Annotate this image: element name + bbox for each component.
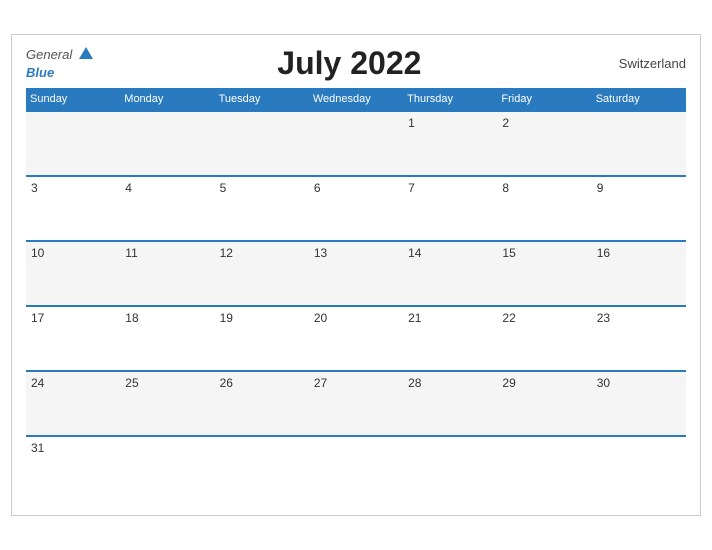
- day-empty: [309, 111, 403, 176]
- day-15: 15: [497, 241, 591, 306]
- day-8: 8: [497, 176, 591, 241]
- col-tuesday: Tuesday: [215, 88, 309, 111]
- day-empty: [120, 111, 214, 176]
- day-25: 25: [120, 371, 214, 436]
- day-2: 2: [497, 111, 591, 176]
- day-28: 28: [403, 371, 497, 436]
- week-row-1: 1 2: [26, 111, 686, 176]
- day-4: 4: [120, 176, 214, 241]
- col-friday: Friday: [497, 88, 591, 111]
- week-row-2: 3 4 5 6 7 8 9: [26, 176, 686, 241]
- day-22: 22: [497, 306, 591, 371]
- day-9: 9: [592, 176, 686, 241]
- col-wednesday: Wednesday: [309, 88, 403, 111]
- calendar-header: General Blue July 2022 Switzerland: [26, 45, 686, 82]
- day-31: 31: [26, 436, 120, 501]
- days-header-row: Sunday Monday Tuesday Wednesday Thursday…: [26, 88, 686, 111]
- col-saturday: Saturday: [592, 88, 686, 111]
- calendar-wrapper: General Blue July 2022 Switzerland Sunda…: [11, 34, 701, 516]
- day-23: 23: [592, 306, 686, 371]
- day-17: 17: [26, 306, 120, 371]
- day-29: 29: [497, 371, 591, 436]
- day-13: 13: [309, 241, 403, 306]
- day-20: 20: [309, 306, 403, 371]
- calendar-title: July 2022: [93, 45, 606, 82]
- day-1: 1: [403, 111, 497, 176]
- day-19: 19: [215, 306, 309, 371]
- logo-bottom: Blue: [26, 64, 54, 82]
- week-row-3: 10 11 12 13 14 15 16: [26, 241, 686, 306]
- day-empty: [309, 436, 403, 501]
- logo-triangle-icon: [79, 47, 93, 59]
- calendar-grid: Sunday Monday Tuesday Wednesday Thursday…: [26, 88, 686, 501]
- day-27: 27: [309, 371, 403, 436]
- logo-blue-text: Blue: [26, 65, 54, 80]
- calendar-thead: Sunday Monday Tuesday Wednesday Thursday…: [26, 88, 686, 111]
- day-16: 16: [592, 241, 686, 306]
- day-empty: [592, 436, 686, 501]
- day-30: 30: [592, 371, 686, 436]
- day-empty: [403, 436, 497, 501]
- day-12: 12: [215, 241, 309, 306]
- day-18: 18: [120, 306, 214, 371]
- col-monday: Monday: [120, 88, 214, 111]
- day-3: 3: [26, 176, 120, 241]
- day-6: 6: [309, 176, 403, 241]
- country-label: Switzerland: [606, 56, 686, 71]
- day-21: 21: [403, 306, 497, 371]
- day-empty: [26, 111, 120, 176]
- col-sunday: Sunday: [26, 88, 120, 111]
- day-11: 11: [120, 241, 214, 306]
- day-empty: [592, 111, 686, 176]
- logo-general-text: General: [26, 47, 72, 62]
- week-row-5: 24 25 26 27 28 29 30: [26, 371, 686, 436]
- day-7: 7: [403, 176, 497, 241]
- day-empty: [120, 436, 214, 501]
- calendar-tbody: 1 2 3 4 5 6 7 8 9 10 11 12 13 14 15: [26, 111, 686, 501]
- col-thursday: Thursday: [403, 88, 497, 111]
- logo: General Blue: [26, 46, 93, 81]
- week-row-4: 17 18 19 20 21 22 23: [26, 306, 686, 371]
- week-row-6: 31: [26, 436, 686, 501]
- day-5: 5: [215, 176, 309, 241]
- day-24: 24: [26, 371, 120, 436]
- day-empty: [215, 111, 309, 176]
- day-empty: [215, 436, 309, 501]
- day-14: 14: [403, 241, 497, 306]
- day-26: 26: [215, 371, 309, 436]
- day-empty: [497, 436, 591, 501]
- logo-top: General: [26, 46, 93, 64]
- day-10: 10: [26, 241, 120, 306]
